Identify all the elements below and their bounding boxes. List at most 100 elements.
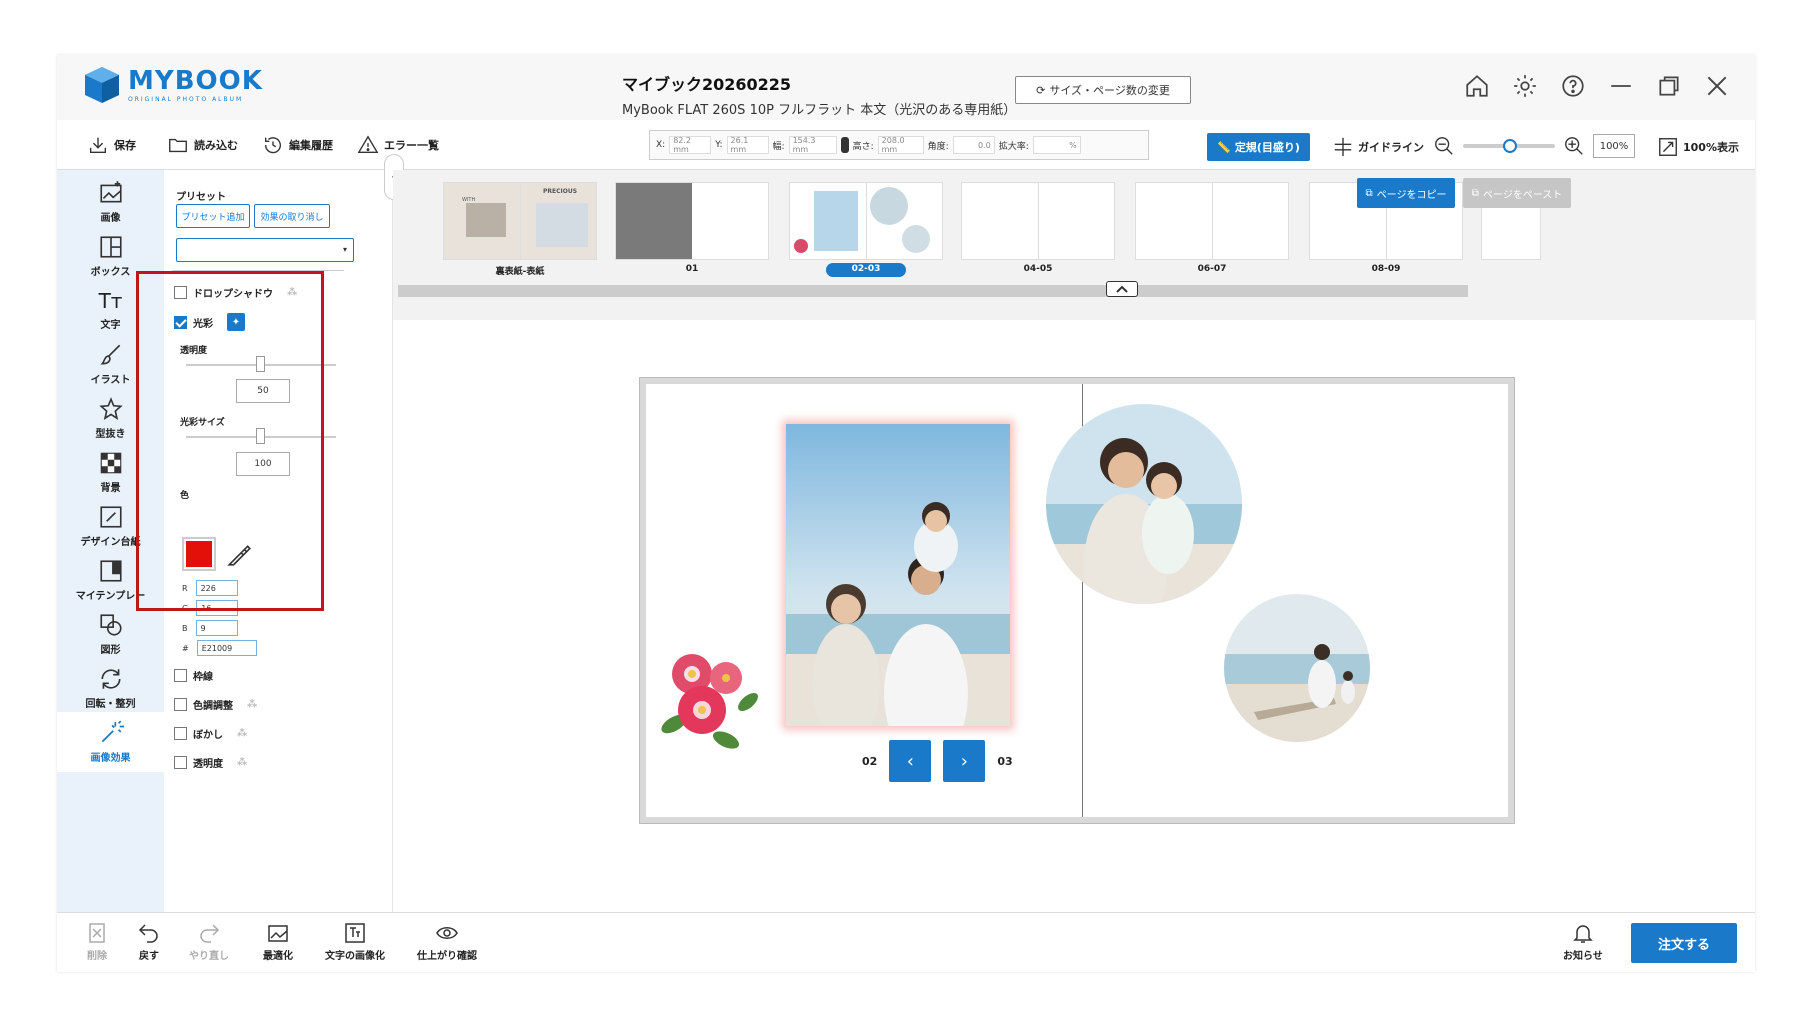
glow-size-input[interactable]: 100 (236, 452, 290, 476)
sidebar-item-shape[interactable]: 図形 (57, 604, 164, 664)
y-input[interactable]: 26.1 mm (726, 136, 769, 154)
b-input[interactable]: 9 (195, 620, 238, 636)
photo-father-child[interactable] (1224, 594, 1370, 742)
photo-family-beach[interactable] (786, 424, 1010, 726)
help-icon[interactable] (1560, 73, 1586, 99)
width-input[interactable]: 154.3 mm (788, 136, 837, 154)
sidebar-item-image-effect[interactable]: 画像効果 (57, 712, 164, 772)
fit-100-button[interactable]: 100%表示 (1657, 136, 1739, 158)
transparency-checkbox[interactable] (174, 756, 187, 769)
glow-size-slider-thumb[interactable] (256, 428, 265, 444)
thumb-page-01[interactable] (615, 182, 769, 260)
sidebar-item-background[interactable]: 背景 (57, 442, 164, 502)
drop-shadow-row: ドロップシャドウ ⁂ (174, 285, 297, 300)
zoom-out-icon[interactable] (1433, 135, 1455, 157)
copy-page-button[interactable]: ⧉ ページをコピー (1357, 178, 1455, 208)
glow-size-slider[interactable] (186, 428, 336, 444)
lock-icon[interactable] (840, 137, 849, 153)
color-adjust-checkbox[interactable] (174, 698, 187, 711)
sidebar-item-box[interactable]: ボックス (57, 226, 164, 286)
ruler-button[interactable]: 📏 定規(目盛り) (1207, 133, 1310, 161)
thumb-page-06-07[interactable] (1135, 182, 1289, 260)
glow-settings-icon[interactable]: ✦ (227, 313, 245, 331)
prev-page-button[interactable]: ‹ (889, 740, 932, 782)
thumb-page-04-05[interactable] (961, 182, 1115, 260)
photo-mother-daughter[interactable] (1046, 404, 1242, 604)
notice-button[interactable]: お知らせ (1563, 921, 1603, 962)
minimize-icon[interactable] (1608, 73, 1634, 99)
opacity-slider-thumb[interactable] (256, 356, 265, 372)
photo-image (786, 424, 1010, 726)
redo-icon (200, 924, 220, 943)
home-icon[interactable] (1464, 73, 1490, 99)
eye-icon (436, 927, 458, 939)
restore-icon[interactable] (1656, 73, 1682, 99)
history-button[interactable]: 編集履歴 (262, 134, 333, 156)
g-input[interactable]: 16 (196, 600, 239, 616)
preset-select[interactable]: ▾ (176, 238, 354, 262)
flower-illustration[interactable] (656, 652, 766, 752)
chevron-right-icon: › (960, 750, 968, 772)
sidebar-item-rotate-align[interactable]: 回転・整列 (57, 658, 164, 718)
optimize-image-icon (268, 925, 288, 942)
guideline-button[interactable]: ガイドライン (1332, 136, 1424, 158)
thumb-cover[interactable]: PRECIOUS WITH (443, 182, 597, 260)
clear-effect-button[interactable]: 効果の取り消し (254, 204, 330, 228)
border-checkbox[interactable] (174, 669, 187, 682)
g-label: G (182, 603, 189, 613)
sidebar-item-design-mount[interactable]: デザイン台紙 (57, 496, 164, 556)
zoom-in-icon[interactable] (1563, 135, 1585, 157)
load-button[interactable]: 読み込む (167, 134, 238, 156)
sidebar-item-illust[interactable]: イラスト (57, 334, 164, 394)
zoom-slider-thumb[interactable] (1503, 139, 1517, 153)
save-button[interactable]: 保存 (87, 134, 136, 156)
thumb-page-02-03[interactable] (789, 182, 943, 260)
collapse-thumbnails-button[interactable] (1106, 281, 1138, 297)
thumb-scrollbar[interactable] (398, 285, 1468, 297)
undo-button[interactable]: 戻す (137, 921, 161, 962)
brush-icon (99, 344, 120, 365)
errors-button[interactable]: エラー一覧 (357, 134, 439, 156)
preview-button[interactable]: 仕上がり確認 (417, 921, 477, 962)
text-to-image-button[interactable]: 文字の画像化 (325, 921, 385, 962)
scale-input[interactable]: % (1032, 136, 1081, 154)
r-input[interactable]: 226 (195, 580, 238, 596)
blur-checkbox[interactable] (174, 727, 187, 740)
x-input[interactable]: 82.2 mm (669, 136, 712, 154)
hex-input[interactable]: E21009 (196, 640, 257, 656)
eyedropper-icon[interactable] (226, 542, 252, 568)
expand-icon (1659, 138, 1677, 156)
text-icon: Tт (98, 289, 123, 313)
sidebar-item-text[interactable]: Tт 文字 (57, 280, 164, 340)
add-preset-button[interactable]: プリセット追加 (176, 204, 250, 228)
sidebar-item-cutout[interactable]: 型抜き (57, 388, 164, 448)
bell-icon (1573, 925, 1593, 943)
drop-shadow-checkbox[interactable] (174, 286, 187, 299)
color-label: 色 (180, 491, 190, 501)
angle-input[interactable]: 0.0 (952, 136, 995, 154)
color-swatch[interactable] (182, 537, 216, 571)
sidebar-item-image[interactable]: 画像 (57, 172, 164, 232)
size-change-button[interactable]: ⟳ サイズ・ページ数の変更 (1015, 76, 1191, 104)
glow-checkbox[interactable] (174, 315, 187, 329)
copy-icon: ⧉ (1365, 187, 1373, 199)
order-button[interactable]: 注文する (1631, 923, 1737, 963)
delete-button[interactable]: 削除 (85, 921, 109, 962)
opacity-slider[interactable] (186, 356, 336, 372)
page-spread[interactable] (639, 377, 1515, 824)
zoom-slider[interactable] (1463, 139, 1555, 153)
close-icon[interactable] (1704, 73, 1730, 99)
height-input[interactable]: 208.0 mm (877, 136, 924, 154)
sidebar-item-my-template[interactable]: マイテンプレー (57, 550, 164, 610)
cover-photo (536, 203, 588, 247)
redo-button[interactable]: やり直し (189, 921, 229, 962)
next-page-button[interactable]: › (943, 740, 986, 782)
paste-page-button[interactable]: ⧉ ページをペースト (1463, 178, 1571, 208)
preset-label: プリセット (176, 192, 226, 203)
gear-icon[interactable] (1512, 73, 1538, 99)
opacity-input[interactable]: 50 (236, 379, 290, 403)
optimize-button[interactable]: 最適化 (263, 921, 293, 962)
cover-photo (466, 203, 506, 237)
zoom-value[interactable]: 100% (1593, 134, 1635, 158)
save-label: 保存 (114, 139, 136, 152)
